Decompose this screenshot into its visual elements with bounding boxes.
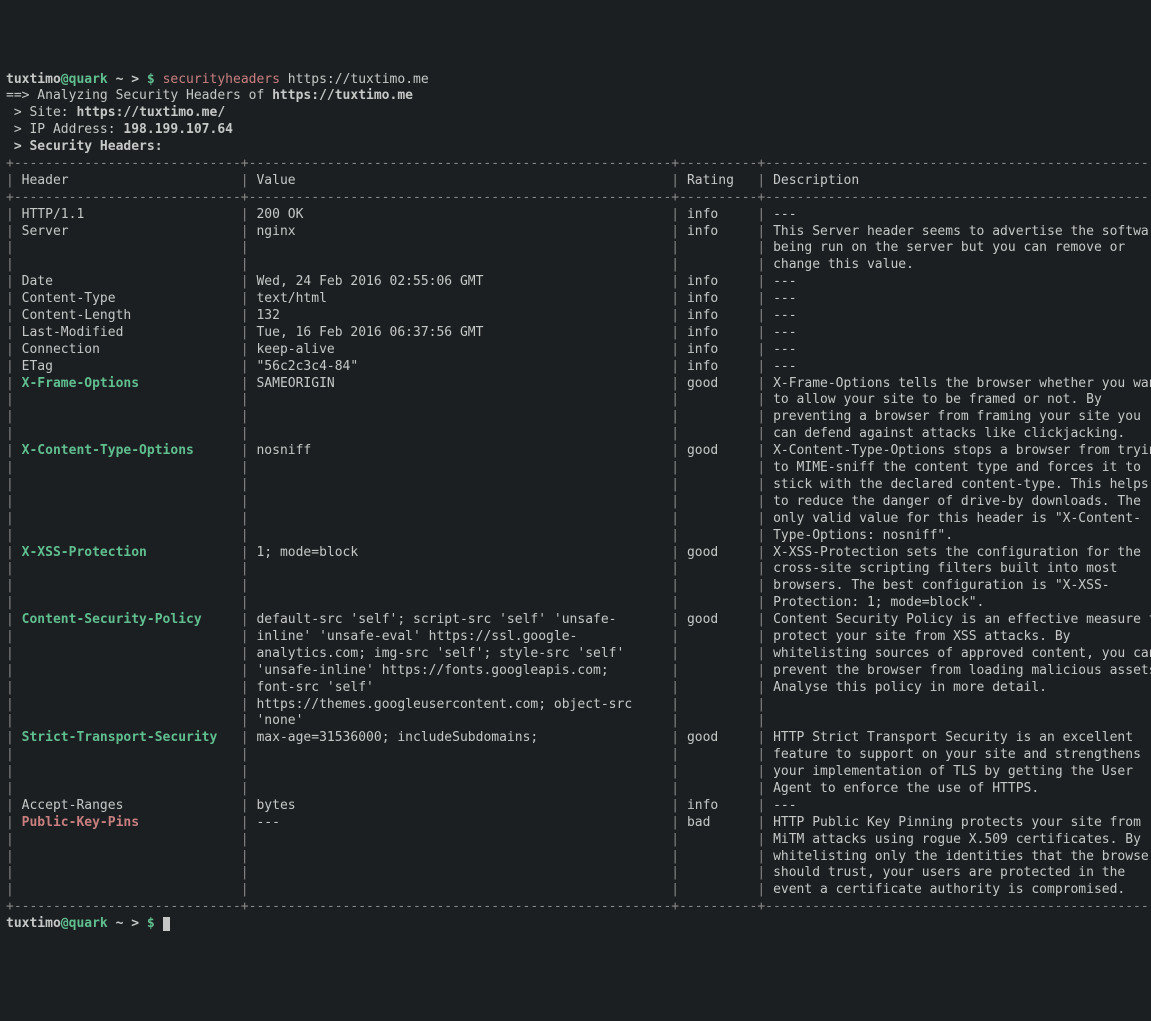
prompt-user: tuxtimo [6, 72, 61, 87]
table-separator: +-----------------------------+---------… [6, 156, 1151, 171]
table-row: | | | | change this value. | [6, 257, 1151, 272]
analyzing-url: https://tuxtimo.me [272, 88, 413, 103]
site-value: https://tuxtimo.me/ [76, 105, 225, 120]
table-row: | | | | your implementation of TLS by ge… [6, 764, 1151, 779]
table-row: | Connection | keep-alive | info | --- | [6, 342, 1151, 357]
table-row: | | | | cross-site scripting filters bui… [6, 561, 1151, 576]
ip-value: 198.199.107.64 [123, 122, 233, 137]
table-separator: +-----------------------------+---------… [6, 190, 1151, 205]
table-row: | Last-Modified | Tue, 16 Feb 2016 06:37… [6, 325, 1151, 340]
table-row: | Content-Security-Policy | default-src … [6, 612, 1151, 627]
table-row: | | https://themes.googleusercontent.com… [6, 697, 1151, 712]
table-row: | | 'unsafe-inline' https://fonts.google… [6, 663, 1151, 678]
table-row: | | | | feature to support on your site … [6, 747, 1151, 762]
table-row: | | | | to MIME-sniff the content type a… [6, 460, 1151, 475]
analyzing-line: ==> Analyzing Security Headers of https:… [6, 88, 413, 103]
table-row: | Accept-Ranges | bytes | info | --- | [6, 798, 1151, 813]
table-row: | | | | Agent to enforce the use of HTTP… [6, 781, 1151, 796]
table-header-row: | Header | Value | Rating | Description … [6, 173, 1151, 188]
table-row: | Date | Wed, 24 Feb 2016 02:55:06 GMT |… [6, 274, 1151, 289]
table-row: | | | | to allow your site to be framed … [6, 392, 1151, 407]
table-row: | X-XSS-Protection | 1; mode=block | goo… [6, 545, 1151, 560]
table-row: | | | | being run on the server but you … [6, 240, 1151, 255]
site-line: > Site: https://tuxtimo.me/ [6, 105, 225, 120]
table-row: | | | | only valid value for this header… [6, 511, 1151, 526]
prompt-path: ~ > [108, 72, 147, 87]
table-row: | | analytics.com; img-src 'self'; style… [6, 646, 1151, 661]
security-headers-label: > Security Headers: [6, 139, 163, 154]
cursor [163, 917, 170, 931]
table-row: | Public-Key-Pins | --- | bad | HTTP Pub… [6, 815, 1151, 830]
table-row: | | font-src 'self' | | Analyse this pol… [6, 680, 1151, 695]
prompt-line: tuxtimo@quark ~ > $ securityheaders http… [6, 72, 429, 87]
table-row: | | | | MiTM attacks using rogue X.509 c… [6, 832, 1151, 847]
table-row: | X-Frame-Options | SAMEORIGIN | good | … [6, 376, 1151, 391]
table-row: | | | | to reduce the danger of drive-by… [6, 494, 1151, 509]
table-row: | | | | stick with the declared content-… [6, 477, 1151, 492]
table-row: | | | | event a certificate authority is… [6, 882, 1151, 897]
table-row: | | | | whitelisting only the identities… [6, 849, 1151, 864]
table-row: | | 'none' | | | [6, 713, 1151, 728]
prompt-host: @quark [61, 72, 108, 87]
command-arg: https://tuxtimo.me [280, 72, 429, 87]
table-row: | X-Content-Type-Options | nosniff | goo… [6, 443, 1151, 458]
command-name: securityheaders [163, 72, 280, 87]
table-row: | | | | Type-Options: nosniff". | [6, 528, 1151, 543]
table-row: | HTTP/1.1 | 200 OK | info | --- | [6, 207, 1151, 222]
table-row: | | | | should trust, your users are pro… [6, 865, 1151, 880]
table-row: | | | | preventing a browser from framin… [6, 409, 1151, 424]
table-row: | Strict-Transport-Security | max-age=31… [6, 730, 1151, 745]
ip-line: > IP Address: 198.199.107.64 [6, 122, 233, 137]
table-row: | Content-Length | 132 | info | --- | [6, 308, 1151, 323]
table-row: | | | | can defend against attacks like … [6, 426, 1151, 441]
terminal-output[interactable]: tuxtimo@quark ~ > $ securityheaders http… [6, 72, 1145, 933]
table-row: | | inline' 'unsafe-eval' https://ssl.go… [6, 629, 1151, 644]
table-separator: +-----------------------------+---------… [6, 899, 1151, 914]
prompt-dollar: $ [147, 72, 163, 87]
table-row: | ETag | "56c2c3c4-84" | info | --- | [6, 359, 1151, 374]
table-row: | | | | Protection: 1; mode=block". | [6, 595, 1151, 610]
prompt-line[interactable]: tuxtimo@quark ~ > $ [6, 916, 170, 931]
table-row: | Server | nginx | info | This Server he… [6, 224, 1151, 239]
table-row: | Content-Type | text/html | info | --- … [6, 291, 1151, 306]
table-row: | | | | browsers. The best configuration… [6, 578, 1151, 593]
